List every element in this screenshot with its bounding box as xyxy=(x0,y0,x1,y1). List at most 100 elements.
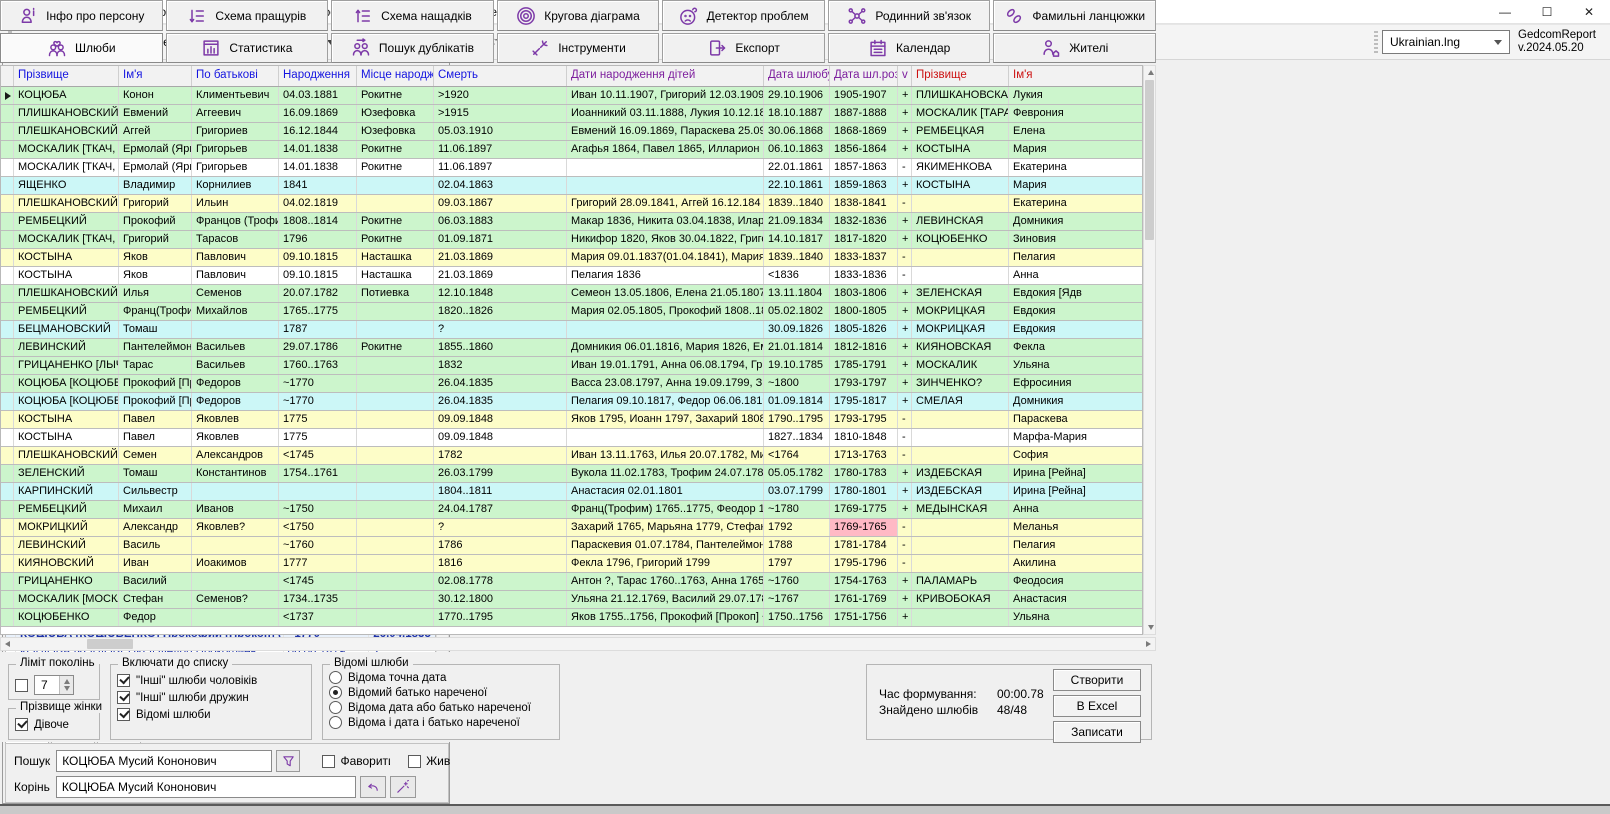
tab-ancestors[interactable]: Схема пращурів xyxy=(166,0,329,31)
tab-family-relation[interactable]: Родинний зв'язок xyxy=(828,0,991,31)
marriage-row[interactable]: МОСКАЛИК [ТКАЧ,Ермолай (ЯрмолГригорьев14… xyxy=(1,141,1142,159)
create-button[interactable]: Створити xyxy=(1053,669,1141,691)
tab-circular-diagram[interactable]: Кругова діаграма xyxy=(497,0,660,31)
marriage-cell: + xyxy=(898,213,912,230)
marriage-cell: Пантелеймон xyxy=(119,339,192,356)
save-result-button[interactable]: Записати xyxy=(1053,721,1141,743)
marriages-col-header[interactable]: Дата шл.розр. xyxy=(830,66,898,86)
options-panel: Ліміт поколінь 7 Прізвище жінки Дівоче В… xyxy=(0,652,1156,742)
marriages-col-header[interactable]: Смерть xyxy=(434,66,567,86)
scrollbar-thumb[interactable] xyxy=(1145,80,1154,240)
marriage-row[interactable]: КАРПИНСКИЙСильвестр1804..1811Анастасия 0… xyxy=(1,483,1142,501)
marriage-cell xyxy=(912,537,1009,554)
marriage-row[interactable]: КОСТЫНАПавелЯковлев177509.09.18481827..1… xyxy=(1,429,1142,447)
undo-button[interactable] xyxy=(360,776,386,798)
marriage-row[interactable]: РЕМБЕЦКИЙПрокофийФранцов (Трофимов)1808.… xyxy=(1,213,1142,231)
marriage-cell xyxy=(357,447,434,464)
marriages-horizontal-scrollbar[interactable] xyxy=(0,637,1156,651)
alive-checkbox[interactable]: Живі xyxy=(408,754,450,768)
marriages-col-header[interactable]: Дати народження дітей xyxy=(567,66,764,86)
maximize-button[interactable]: ☐ xyxy=(1526,0,1568,23)
marriage-cell: Тарас xyxy=(119,357,192,374)
marriage-row[interactable]: РЕМБЕЦКИЙМихаилИванов~175024.04.1787Фран… xyxy=(1,501,1142,519)
favorites-checkbox[interactable]: Фаворити xyxy=(322,754,390,768)
known-marriage-radio[interactable]: Відома і дата і батько нареченої xyxy=(329,716,559,729)
marriages-col-header[interactable]: Місце народження xyxy=(357,66,434,86)
marriage-row[interactable]: РЕМБЕЦКИЙФранц(Трофим)Михайлов1765..1775… xyxy=(1,303,1142,321)
known-marriage-radio[interactable]: Відома дата або батько нареченої xyxy=(329,701,559,714)
marriages-col-header[interactable]: Прізвище xyxy=(14,66,119,86)
tab-descendants[interactable]: Схема нащадків xyxy=(331,0,494,31)
include-option-checkbox[interactable]: Відомі шлюби xyxy=(117,708,311,721)
marriage-row[interactable]: ГРИЦАНЕНКОВасилий<174502.08.1778Антон ?,… xyxy=(1,573,1142,591)
tab-tools[interactable]: Інструменти xyxy=(497,33,660,63)
marriage-row[interactable]: ПЛЕШКАНОВСКИЙСеменАлександров<17451782Ив… xyxy=(1,447,1142,465)
tab-calendar[interactable]: Календар xyxy=(828,33,991,63)
marriages-col-header[interactable]: Народження xyxy=(279,66,357,86)
marriage-row[interactable]: ЛЕВИНСКИЙВасиль~17601786Параскевия 01.07… xyxy=(1,537,1142,555)
marriage-cell: 04.03.1881 xyxy=(279,87,357,104)
scrollbar-thumb[interactable] xyxy=(87,639,133,649)
marriage-row[interactable]: ГРИЦАНЕНКО [ЛЫЧТарасВасильев1760..176318… xyxy=(1,357,1142,375)
tab-marriages[interactable]: Шлюби xyxy=(0,33,163,63)
tab-duplicates[interactable]: Пошук дублікатів xyxy=(331,33,494,63)
marriage-cell: 21.03.1869 xyxy=(434,267,567,284)
known-marriage-radio[interactable]: Відомий батько нареченої xyxy=(329,686,559,699)
minimize-button[interactable]: — xyxy=(1484,0,1526,23)
include-option-checkbox[interactable]: "Інші" шлюби дружин xyxy=(117,691,311,704)
language-grip[interactable] xyxy=(1374,31,1378,53)
marriage-cell: Пелагия xyxy=(1009,249,1140,266)
spinner-arrows-icon[interactable] xyxy=(59,676,73,694)
marriage-row[interactable]: ПЛИШКАНОВСКИЙЕвменийАггеевич16.09.1869Юз… xyxy=(1,105,1142,123)
tab-person-info[interactable]: Інфо про персону xyxy=(0,0,163,31)
marriage-cell: + xyxy=(898,141,912,158)
marriage-row[interactable]: МОСКАЛИК [МОСКАСтефанСеменов?1734..17353… xyxy=(1,591,1142,609)
wand-button[interactable] xyxy=(390,776,416,798)
known-marriage-radio[interactable]: Відома точна дата xyxy=(329,671,559,684)
close-button[interactable]: ✕ xyxy=(1568,0,1610,23)
generations-spinner[interactable]: 7 xyxy=(34,675,74,695)
window-bottom-edge xyxy=(0,804,1610,814)
marriage-row[interactable]: КОСТЫНАЯковПавлович09.10.1815Насташка21.… xyxy=(1,249,1142,267)
search-input[interactable]: КОЦЮБА Мусий Кононович xyxy=(56,750,272,772)
marriage-cell xyxy=(357,393,434,410)
maiden-checkbox[interactable]: Дівоче xyxy=(15,718,99,731)
marriages-col-header[interactable]: Ім'я xyxy=(119,66,192,86)
marriage-row[interactable]: МОСКАЛИК [ТКАЧ,ГригорийТарасов1796Рокитн… xyxy=(1,231,1142,249)
marriages-col-header[interactable]: Дата шлюбу xyxy=(764,66,830,86)
marriage-row[interactable]: КОЦЮБЕНКОФедор<17371770..1795Яков 1755..… xyxy=(1,609,1142,627)
marriage-row[interactable]: ПЛЕШКАНОВСКИЙИльяСеменов20.07.1782Потиев… xyxy=(1,285,1142,303)
marriage-row[interactable]: КОЦЮБАКононКлиментьевич04.03.1881Рокитне… xyxy=(1,87,1142,105)
to-excel-button[interactable]: В Excel xyxy=(1053,695,1141,717)
marriage-row[interactable]: ЛЕВИНСКИЙПантелеймонВасильев29.07.1786Ро… xyxy=(1,339,1142,357)
tools-icon xyxy=(530,38,550,58)
marriage-row[interactable]: КОСТЫНАПавелЯковлев177509.09.1848Яков 17… xyxy=(1,411,1142,429)
marriage-row[interactable]: ПЛЕШКАНОВСКИЙАггейГригориев16.12.1844Юзе… xyxy=(1,123,1142,141)
marriage-row[interactable]: КОЦЮБА [КОЦЮБЕПрокофий [ПроФедоров~17702… xyxy=(1,375,1142,393)
marriage-row[interactable]: ЗЕЛЕНСКИЙТомашКонстантинов1754..176126.0… xyxy=(1,465,1142,483)
marriages-col-header[interactable]: По батькові xyxy=(192,66,279,86)
tab-family-chains[interactable]: Фамильні ланцюжки xyxy=(993,0,1156,31)
include-option-checkbox[interactable]: "Інші" шлюби чоловіків xyxy=(117,674,311,687)
marriage-cell: Сильвестр xyxy=(119,483,192,500)
marriage-row[interactable]: КИЯНОВСКИЙИванИоакимов17771816Фекла 1796… xyxy=(1,555,1142,573)
marriages-col-header[interactable]: Прізвище xyxy=(912,66,1009,86)
language-select[interactable]: Ukrainian.lng xyxy=(1382,30,1510,54)
marriage-row[interactable]: ЯЩЕНКОВладимирКорнилиев184102.04.186322.… xyxy=(1,177,1142,195)
marriage-row[interactable]: МОКРИЦКИЙАлександрЯковлев?<1750?Захарий … xyxy=(1,519,1142,537)
tab-statistics[interactable]: Статистика xyxy=(166,33,329,63)
marriage-row[interactable]: КОЦЮБА [КОЦЮБЕПрокофий [ПроФедоров~17702… xyxy=(1,393,1142,411)
tab-problem-detector[interactable]: Детектор проблем xyxy=(662,0,825,31)
root-input[interactable]: КОЦЮБА Мусий Кононович xyxy=(56,776,356,798)
marriages-col-header[interactable]: v xyxy=(898,66,912,86)
tab-export[interactable]: Експорт xyxy=(662,33,825,63)
marriage-row[interactable]: МОСКАЛИК [ТКАЧ,Ермолай (ЯрмолГригорьев14… xyxy=(1,159,1142,177)
generations-checkbox[interactable] xyxy=(15,679,28,692)
marriage-row[interactable]: ПЛЕШКАНОВСКИЙГригорийИльин04.02.181909.0… xyxy=(1,195,1142,213)
marriage-row[interactable]: БЕЦМАНОВСКИЙТомаш1787?30.09.18261805-182… xyxy=(1,321,1142,339)
marriages-vertical-scrollbar[interactable] xyxy=(1143,65,1156,635)
marriages-col-header[interactable]: Ім'я xyxy=(1009,66,1140,86)
marriage-row[interactable]: КОСТЫНАЯковПавлович09.10.1815Насташка21.… xyxy=(1,267,1142,285)
filter-button[interactable] xyxy=(276,750,300,772)
tab-residents[interactable]: Жителі xyxy=(993,33,1156,63)
